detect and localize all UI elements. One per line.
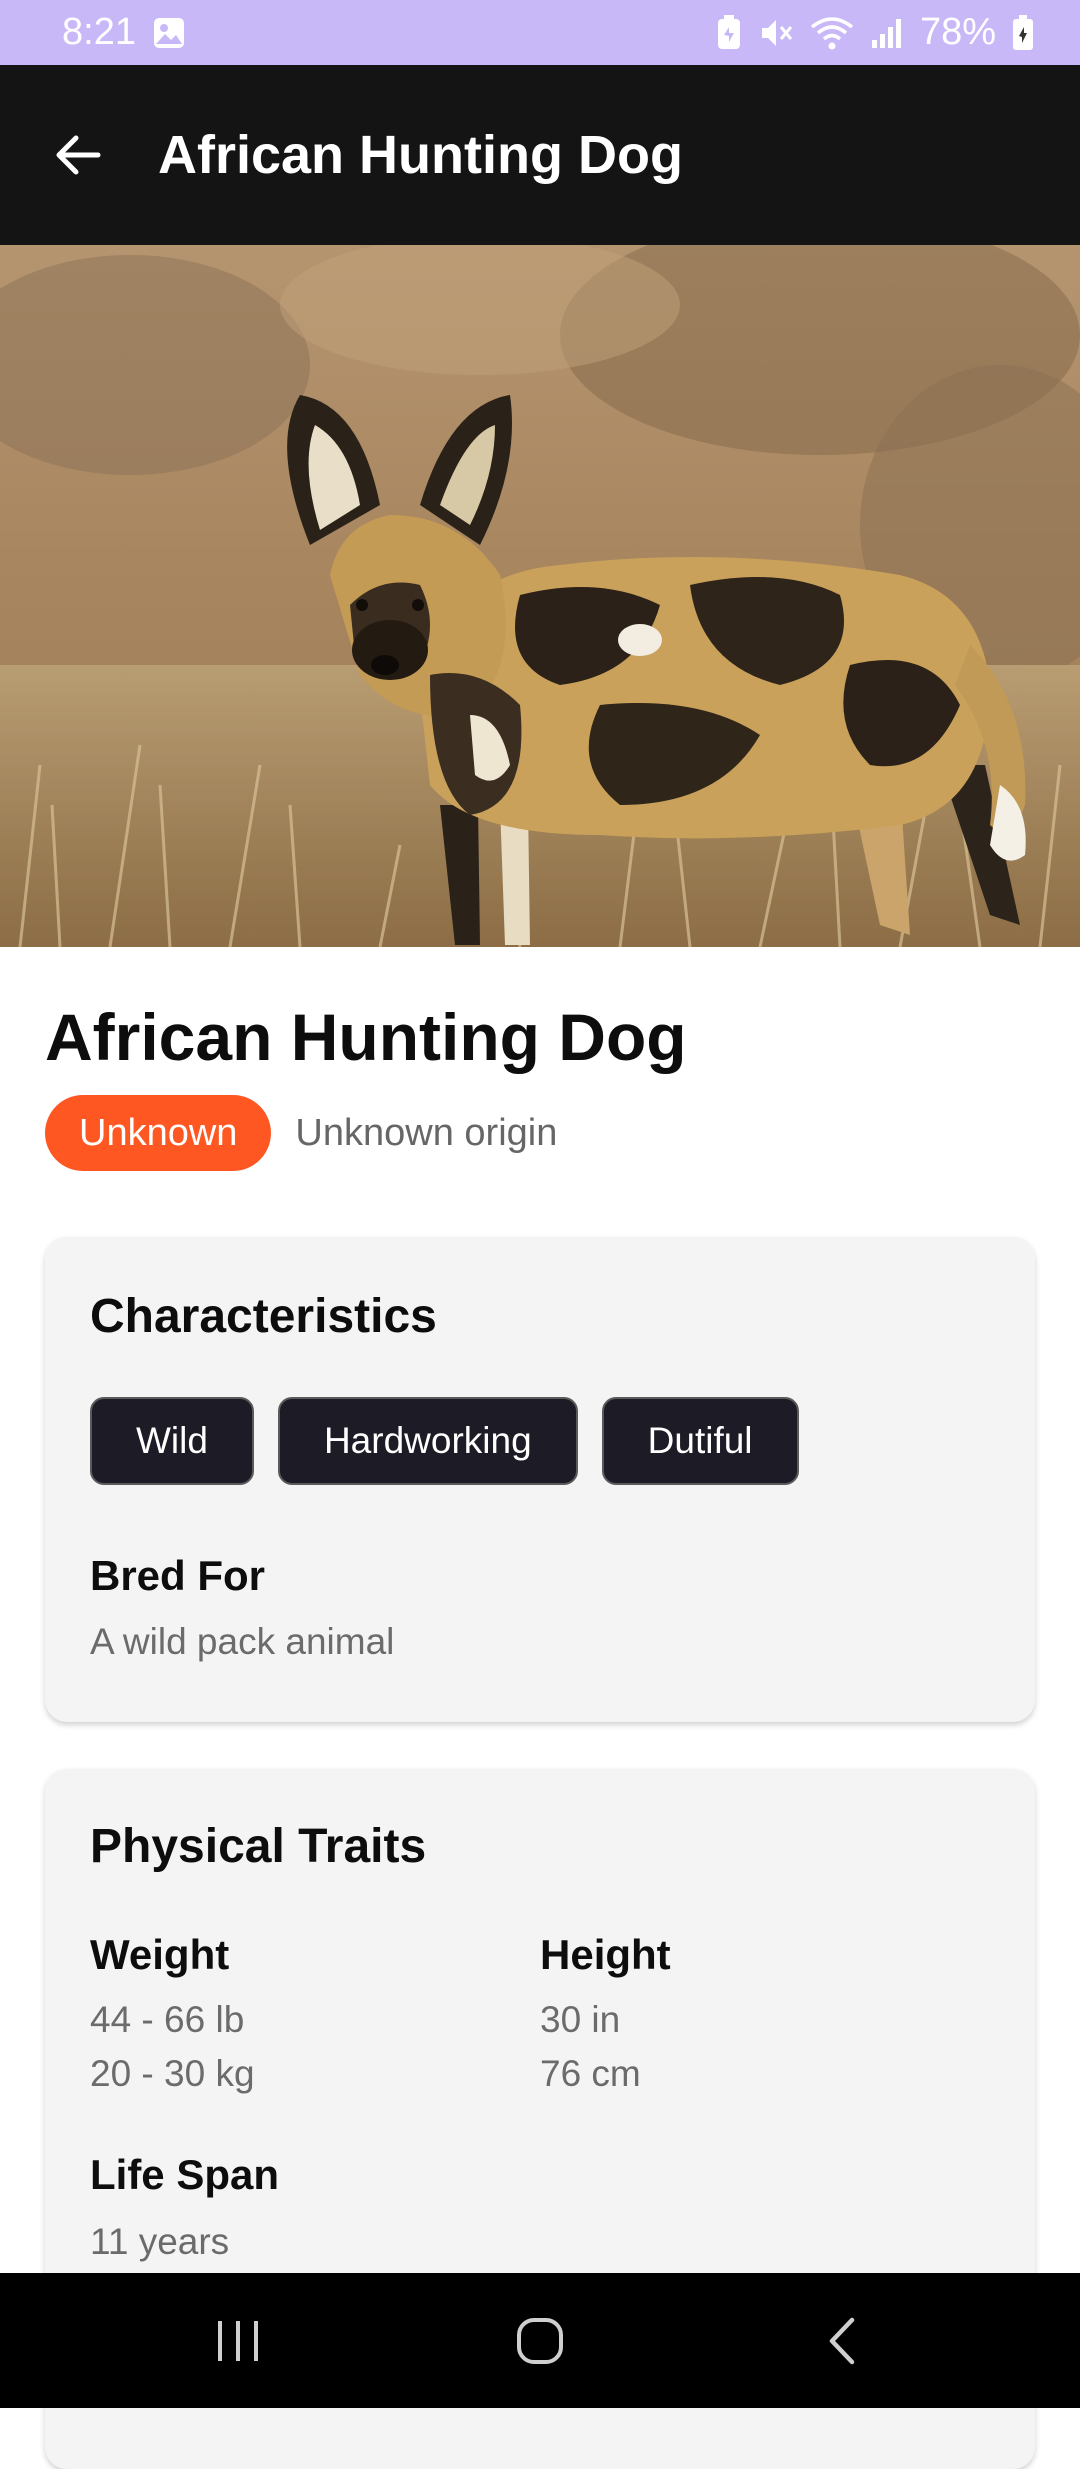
- back-button[interactable]: [38, 115, 118, 195]
- breed-meta-row: Unknown Unknown origin: [45, 1095, 557, 1171]
- signal-icon: [870, 16, 904, 50]
- recents-button[interactable]: [138, 2273, 338, 2408]
- gallery-icon: [152, 16, 186, 50]
- characteristics-title: Characteristics: [90, 1290, 437, 1343]
- breed-name: African Hunting Dog: [45, 1000, 687, 1074]
- lifespan-value: 11 years: [90, 2221, 230, 2262]
- back-icon: [829, 2317, 855, 2364]
- battery-icon: [1012, 14, 1034, 51]
- breed-photo: [0, 245, 1080, 947]
- temperament-chip: Wild: [90, 1397, 254, 1485]
- temperament-chip: Hardworking: [277, 1397, 578, 1485]
- home-button[interactable]: [440, 2273, 640, 2408]
- lifespan-label: Life Span: [90, 2151, 280, 2198]
- status-left: 8:21: [62, 11, 186, 54]
- arrow-left-icon: [56, 135, 101, 175]
- app-bar-title: African Hunting Dog: [158, 125, 683, 185]
- status-bar: 8:21 78%: [0, 0, 1080, 65]
- nav-back-button[interactable]: [742, 2273, 942, 2408]
- status-time: 8:21: [62, 11, 136, 53]
- recents-icon: [218, 2320, 258, 2361]
- temperament-chip: Dutiful: [601, 1397, 799, 1485]
- weight-metric: 20 - 30 kg: [90, 2053, 255, 2094]
- weight-imperial: 44 - 66 lb: [90, 1999, 245, 2040]
- wifi-icon: [810, 15, 854, 51]
- mute-icon: [758, 15, 794, 51]
- characteristics-card: Characteristics Wild Hardworking Dutiful…: [45, 1237, 1035, 1722]
- battery-percent: 78%: [919, 11, 996, 53]
- battery-saver-icon: [716, 14, 742, 51]
- physical-traits-title: Physical Traits: [90, 1820, 427, 1873]
- origin-text: Unknown origin: [295, 1111, 558, 1154]
- height-label: Height: [540, 1931, 671, 1978]
- system-nav-bar: [0, 2273, 1080, 2408]
- status-right: 78%: [716, 11, 1034, 54]
- temperament-chips: Wild Hardworking Dutiful: [90, 1397, 799, 1485]
- bred-for-label: Bred For: [90, 1552, 266, 1599]
- height-imperial: 30 in: [540, 1999, 621, 2040]
- home-icon: [517, 2317, 563, 2364]
- app-bar: African Hunting Dog: [0, 65, 1080, 245]
- height-metric: 76 cm: [540, 2053, 641, 2094]
- size-badge: Unknown: [45, 1095, 272, 1171]
- weight-label: Weight: [90, 1931, 230, 1978]
- bred-for-value: A wild pack animal: [90, 1621, 395, 1662]
